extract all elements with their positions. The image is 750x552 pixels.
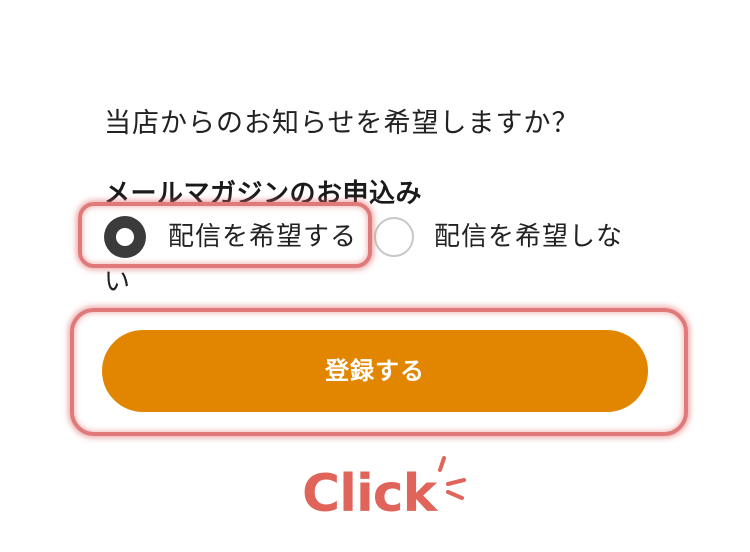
- newsletter-question: 当店からのお知らせを希望しますか？: [104, 108, 580, 139]
- radio-opt-out-label[interactable]: 配信を希望しな: [434, 217, 623, 257]
- click-burst-icon: [438, 456, 466, 500]
- button-highlight-box: [70, 308, 688, 436]
- radio-opt-out-label-wrap[interactable]: い: [104, 262, 131, 302]
- radio-highlight-box: [78, 202, 372, 268]
- click-annotation: Click: [302, 456, 472, 528]
- radio-opt-out[interactable]: [374, 217, 414, 257]
- click-label: Click: [302, 464, 437, 524]
